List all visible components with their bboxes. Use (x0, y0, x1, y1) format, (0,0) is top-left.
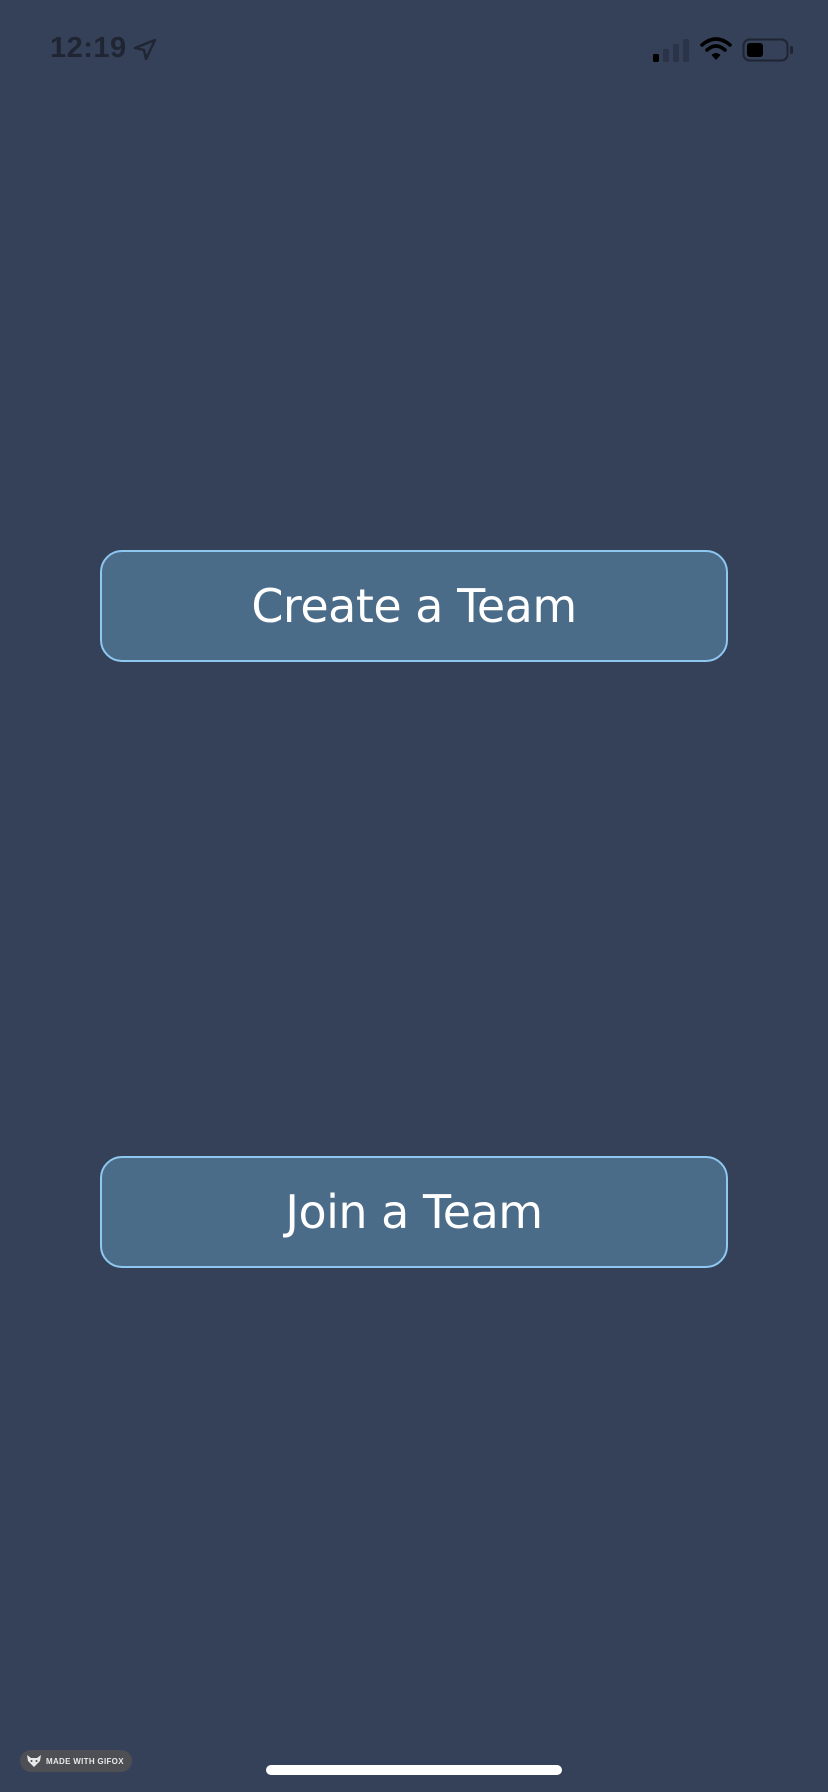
fox-logo-icon (27, 1755, 41, 1767)
create-team-label: Create a Team (251, 579, 577, 633)
status-time: 12:19 (50, 32, 127, 64)
team-selection-screen: 12:19 Create a Team Join a Team MADE WIT… (0, 0, 828, 1792)
join-team-button[interactable]: Join a Team (100, 1156, 728, 1268)
battery-icon (742, 38, 793, 62)
gifox-watermark: MADE WITH GIFOX (20, 1750, 132, 1772)
cellular-signal-icon (653, 39, 689, 62)
create-team-button[interactable]: Create a Team (100, 550, 728, 662)
join-team-label: Join a Team (285, 1185, 543, 1239)
wifi-icon (700, 37, 732, 60)
status-bar: 12:19 (0, 0, 828, 100)
watermark-text: MADE WITH GIFOX (46, 1756, 124, 1766)
home-indicator[interactable] (266, 1765, 562, 1775)
location-arrow-icon (133, 38, 157, 61)
